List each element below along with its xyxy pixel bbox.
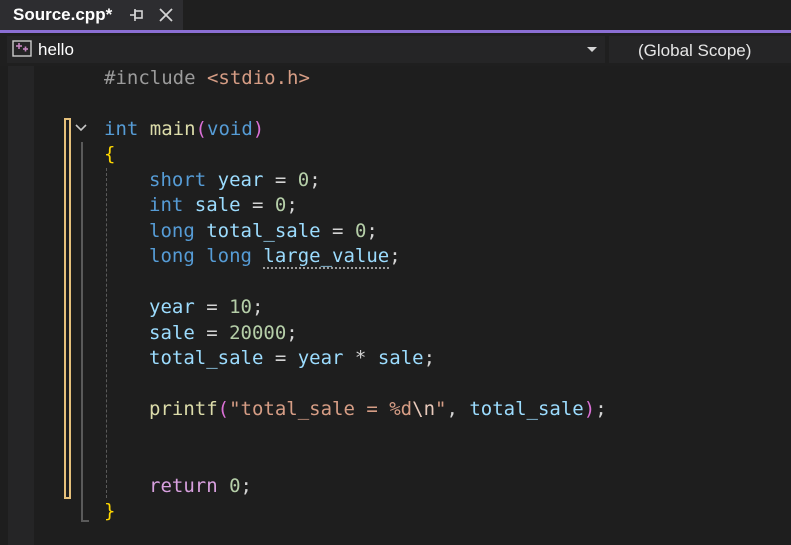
navigation-bar: hello (Global Scope) (0, 33, 791, 66)
semicolon: ; (595, 398, 607, 420)
project-name: hello (38, 40, 74, 59)
variable: year (297, 347, 344, 369)
escape-sequence: \n (412, 398, 436, 420)
variable: total_sale (469, 398, 584, 420)
keyword: long long (149, 245, 252, 267)
variable: sale (377, 347, 424, 369)
variable: year (149, 296, 195, 318)
operator: = (263, 169, 298, 191)
code-line-1: #include <stdio.h> (104, 66, 310, 91)
paren: ( (217, 398, 230, 420)
pin-icon[interactable] (129, 8, 145, 22)
document-tab-strip: Source.cpp* (0, 0, 791, 30)
open-brace: { (104, 143, 116, 165)
variable-with-suggestion[interactable]: large_value (263, 245, 389, 267)
keyword: long (149, 220, 195, 242)
code-line-3: int main(void) (104, 117, 264, 142)
keyword: int (149, 194, 184, 216)
code-line-10: year = 10; (149, 295, 263, 320)
variable: year (217, 169, 264, 191)
operator: = (194, 322, 230, 344)
keyword: void (207, 118, 253, 140)
code-line-18: } (104, 499, 115, 524)
code-line-12: total_sale = year * sale; (149, 346, 435, 371)
semicolon: ; (286, 322, 298, 344)
paren: ( (195, 118, 207, 140)
operator: = (194, 296, 230, 318)
close-brace: } (104, 500, 116, 522)
header-name: <stdio.h> (206, 67, 310, 89)
code-line-7: long total_sale = 0; (149, 219, 378, 244)
operator: * (343, 347, 378, 369)
paren: ) (252, 118, 265, 140)
string-literal: "total_sale = %d (229, 398, 413, 420)
operator: = (240, 194, 275, 216)
number: 10 (229, 296, 252, 318)
semicolon: ; (309, 169, 321, 191)
number: 0 (274, 194, 287, 216)
number: 0 (297, 169, 310, 191)
semicolon: ; (366, 220, 378, 242)
scope-label: (Global Scope) (638, 41, 752, 60)
semicolon: ; (251, 296, 264, 318)
comma: , (446, 398, 470, 420)
function-name: main (149, 118, 196, 140)
tab-title: Source.cpp* (13, 5, 113, 24)
number: 20000 (229, 322, 287, 344)
code-text: #include <stdio.h> int main(void) { shor… (0, 66, 791, 545)
chevron-down-icon[interactable] (587, 47, 597, 52)
number: 0 (354, 220, 367, 242)
variable: sale (149, 322, 195, 344)
variable: total_sale (149, 347, 264, 369)
variable: sale (194, 194, 241, 216)
paren: ) (583, 398, 596, 420)
semicolon: ; (286, 194, 298, 216)
close-icon[interactable] (157, 6, 175, 24)
operator: = (320, 220, 355, 242)
string-literal: " (435, 398, 447, 420)
keyword: short (149, 169, 207, 191)
project-icon (12, 40, 32, 57)
function-name: printf (149, 398, 218, 420)
code-line-14: printf("total_sale = %d\n", total_sale); (149, 397, 607, 422)
keyword: int (104, 118, 139, 140)
code-line-5: short year = 0; (149, 168, 321, 193)
control-keyword: return (149, 475, 218, 497)
code-line-17: return 0; (149, 474, 252, 499)
code-line-8: long long large_value; (149, 244, 401, 269)
code-line-11: sale = 20000; (149, 321, 298, 346)
variable: total_sale (206, 220, 321, 242)
semicolon: ; (240, 475, 252, 497)
preprocessor-directive: #include (104, 67, 207, 89)
tab-source-cpp[interactable]: Source.cpp* (0, 0, 183, 30)
operator: = (263, 347, 298, 369)
semicolon: ; (423, 347, 436, 369)
code-editor[interactable]: #include <stdio.h> int main(void) { shor… (0, 66, 791, 545)
semicolon: ; (389, 245, 401, 267)
number: 0 (229, 475, 241, 497)
scope-dropdown[interactable]: (Global Scope) (609, 36, 791, 63)
project-dropdown[interactable]: hello (7, 36, 605, 63)
code-line-4: { (104, 142, 115, 167)
code-line-6: int sale = 0; (149, 193, 298, 218)
